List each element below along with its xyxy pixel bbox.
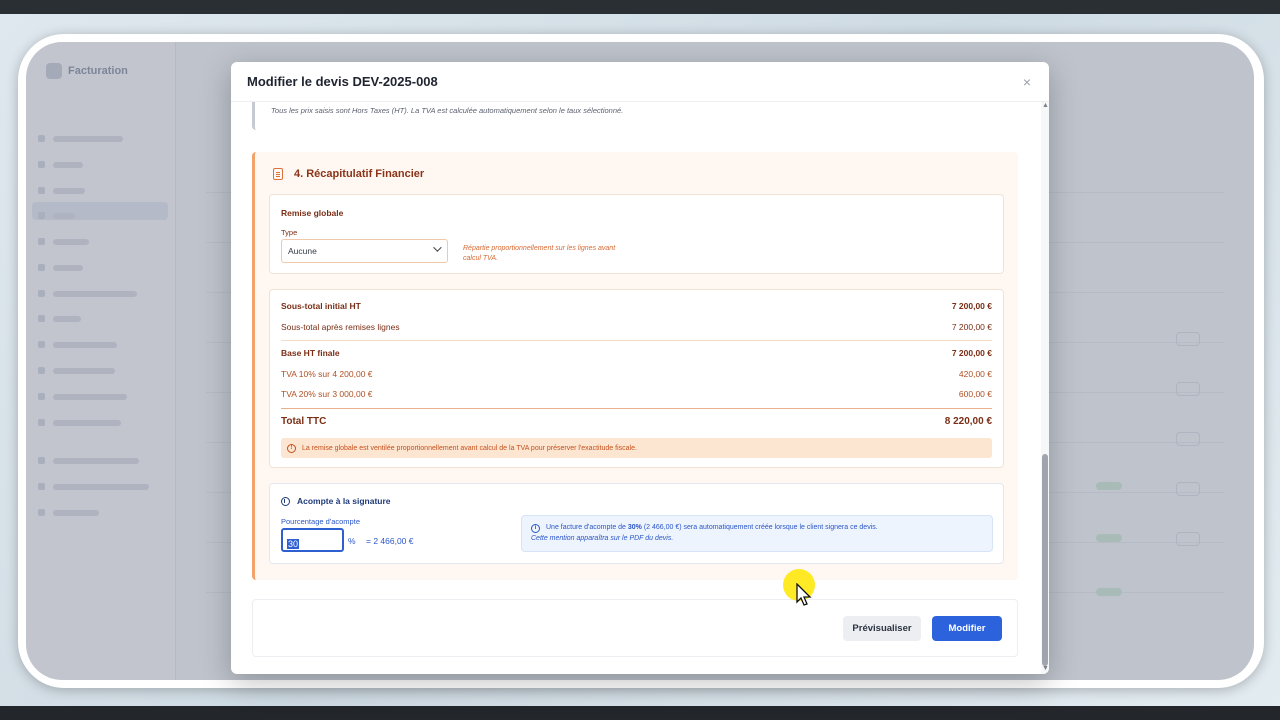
deposit-amount: = 2 466,00 € bbox=[366, 536, 414, 546]
discount-type-select[interactable]: Aucune bbox=[281, 239, 448, 263]
modal-title: Modifier le devis DEV-2025-008 bbox=[247, 74, 438, 89]
modal-footer: Prévisualiser Modifier bbox=[252, 599, 1018, 657]
percent-symbol: % bbox=[348, 536, 356, 546]
edit-quote-modal: Modifier le devis DEV-2025-008 × Tous le… bbox=[231, 62, 1049, 674]
info-icon: i bbox=[531, 524, 540, 533]
totals-row: TVA 20% sur 3 000,00 €600,00 € bbox=[281, 389, 992, 399]
discount-type-label: Type bbox=[281, 228, 298, 237]
totals-card: Sous-total initial HT 7 200,00 € Sous-tot… bbox=[269, 289, 1004, 468]
mouse-pointer-icon bbox=[796, 583, 812, 606]
discount-type-value: Aucune bbox=[288, 246, 317, 256]
deposit-card: Acompte à la signature Pourcentage d'aco… bbox=[269, 483, 1004, 564]
totals-row: Base HT finale 7 200,00 € bbox=[281, 348, 992, 358]
scroll-down-icon[interactable]: ▼ bbox=[1042, 665, 1049, 672]
section-header: 4. Récapitulatif Financier bbox=[273, 168, 424, 180]
fiscal-warning: ! La remise globale est ventilée proport… bbox=[281, 438, 992, 458]
deposit-percent-label: Pourcentage d'acompte bbox=[281, 517, 360, 526]
deposit-info-box: i Une facture d'acompte de 30% (2 466,00 … bbox=[521, 515, 993, 552]
totals-row: Sous-total après remises lignes 7 200,00 … bbox=[281, 322, 992, 332]
global-discount-card: Remise globale Type Aucune Répartie prop… bbox=[269, 194, 1004, 274]
divider bbox=[281, 340, 992, 341]
deposit-icon bbox=[281, 496, 290, 506]
divider bbox=[281, 408, 992, 409]
discount-hint: Répartie proportionnellement sur les lig… bbox=[463, 245, 616, 262]
chevron-down-icon bbox=[433, 243, 442, 252]
deposit-header: Acompte à la signature bbox=[281, 496, 391, 506]
total-ttc-row: Total TTC 8 220,00 € bbox=[281, 416, 992, 427]
totals-row: Sous-total initial HT 7 200,00 € bbox=[281, 301, 992, 311]
scroll-up-icon[interactable]: ▲ bbox=[1042, 102, 1049, 109]
modal-body: Tous les prix saisis sont Hors Taxes (HT… bbox=[231, 102, 1041, 674]
totals-row: TVA 10% sur 4 200,00 €420,00 € bbox=[281, 369, 992, 379]
ht-prices-note: Tous les prix saisis sont Hors Taxes (HT… bbox=[252, 102, 1018, 130]
deposit-percent-input[interactable]: 30 bbox=[281, 528, 344, 552]
financial-summary-section: 4. Récapitulatif Financier Remise global… bbox=[252, 152, 1018, 580]
modal-header: Modifier le devis DEV-2025-008 × bbox=[231, 62, 1049, 102]
document-icon bbox=[273, 168, 283, 180]
modify-button[interactable]: Modifier bbox=[932, 616, 1002, 641]
preview-button[interactable]: Prévisualiser bbox=[843, 616, 921, 641]
section-title: 4. Récapitulatif Financier bbox=[294, 168, 425, 180]
close-icon[interactable]: × bbox=[1023, 74, 1031, 90]
scroll-thumb[interactable] bbox=[1042, 454, 1048, 666]
global-discount-title: Remise globale bbox=[281, 208, 344, 218]
info-icon: ! bbox=[287, 443, 296, 453]
